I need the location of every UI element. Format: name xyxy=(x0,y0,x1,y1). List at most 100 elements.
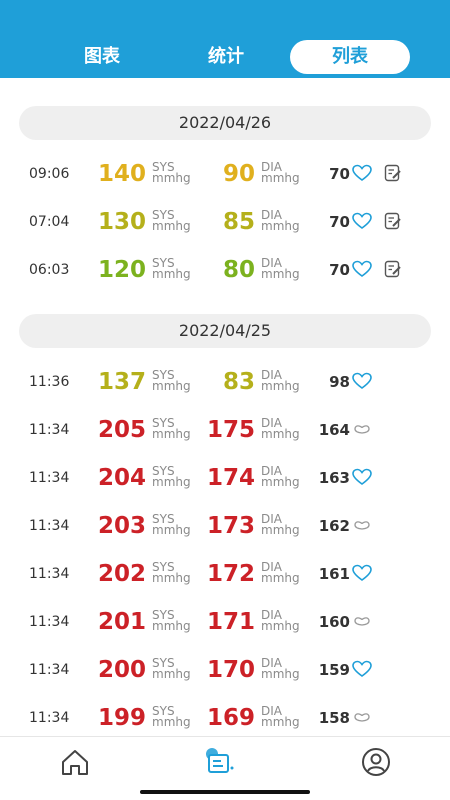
tab-statistics[interactable]: 统计 xyxy=(174,40,278,74)
list-item[interactable]: 09:06 140 SYS mmhg 90 DIA mmhg 70 xyxy=(0,150,450,198)
dia-value: 169 xyxy=(206,705,255,731)
edit-note-icon[interactable] xyxy=(383,211,403,231)
dia-value: 83 xyxy=(222,369,255,395)
list-item[interactable]: 06:03 120 SYS mmhg 80 DIA mmhg 70 xyxy=(0,246,450,294)
heart-flat-icon xyxy=(354,617,370,626)
sys-value: 130 xyxy=(97,209,146,235)
dia-value: 174 xyxy=(206,465,255,491)
user-icon[interactable] xyxy=(359,747,393,777)
time-label: 06:03 xyxy=(29,262,70,278)
dia-unit: DIA mmhg xyxy=(261,704,300,729)
top-bar: 图表 统计 列表 xyxy=(0,0,450,78)
heart-icon xyxy=(352,564,372,581)
sys-unit: SYS mmhg xyxy=(152,512,191,537)
pulse-value: 158 xyxy=(318,709,350,727)
list-item[interactable]: 11:34 201 SYS mmhg 171 DIA mmhg 160 xyxy=(0,598,450,646)
sys-unit: SYS mmhg xyxy=(152,704,191,729)
sys-unit: SYS mmhg xyxy=(152,560,191,585)
dia-unit: DIA mmhg xyxy=(261,656,300,681)
heart-flat-icon xyxy=(354,521,370,530)
home-icon[interactable] xyxy=(58,747,92,777)
list-item[interactable]: 11:34 200 SYS mmhg 170 DIA mmhg 159 xyxy=(0,646,450,694)
time-label: 09:06 xyxy=(29,166,70,182)
list-item[interactable]: 11:34 203 SYS mmhg 173 DIA mmhg 162 xyxy=(0,502,450,550)
sys-unit: SYS mmhg xyxy=(152,608,191,633)
dia-value: 90 xyxy=(222,161,255,187)
edit-note-icon[interactable] xyxy=(383,259,403,279)
dia-unit: DIA mmhg xyxy=(261,512,300,537)
list-item[interactable]: 11:34 202 SYS mmhg 172 DIA mmhg 161 xyxy=(0,550,450,598)
sys-unit: SYS mmhg xyxy=(152,464,191,489)
list-item[interactable]: 11:36 137 SYS mmhg 83 DIA mmhg 98 xyxy=(0,358,450,406)
pulse-value: 98 xyxy=(329,373,350,391)
pulse-value: 164 xyxy=(318,421,350,439)
record-list[interactable]: 2022/04/26 09:06 140 SYS mmhg 90 DIA mmhg … xyxy=(0,78,450,736)
dia-value: 172 xyxy=(206,561,255,587)
dia-value: 173 xyxy=(206,513,255,539)
sys-value: 204 xyxy=(97,465,146,491)
sys-value: 201 xyxy=(97,609,146,635)
time-label: 11:34 xyxy=(29,470,70,486)
dia-value: 85 xyxy=(222,209,255,235)
sys-value: 202 xyxy=(97,561,146,587)
sys-value: 199 xyxy=(97,705,146,731)
pulse-value: 162 xyxy=(318,517,350,535)
pulse-value: 70 xyxy=(329,213,350,231)
edit-note-icon[interactable] xyxy=(383,163,403,183)
sys-value: 140 xyxy=(97,161,146,187)
list-item[interactable]: 11:34 204 SYS mmhg 174 DIA mmhg 163 xyxy=(0,454,450,502)
time-label: 11:34 xyxy=(29,614,70,630)
sys-unit: SYS mmhg xyxy=(152,368,191,393)
pulse-value: 160 xyxy=(318,613,350,631)
dia-unit: DIA mmhg xyxy=(261,416,300,441)
dia-unit: DIA mmhg xyxy=(261,464,300,489)
tab-list[interactable]: 列表 xyxy=(290,40,410,74)
list-item[interactable]: 07:04 130 SYS mmhg 85 DIA mmhg 70 xyxy=(0,198,450,246)
dia-unit: DIA mmhg xyxy=(261,608,300,633)
sys-unit: SYS mmhg xyxy=(152,416,191,441)
heart-icon xyxy=(352,660,372,677)
home-indicator xyxy=(140,790,310,794)
dia-unit: DIA mmhg xyxy=(261,256,300,281)
sys-value: 205 xyxy=(97,417,146,443)
dia-value: 175 xyxy=(206,417,255,443)
list-icon[interactable] xyxy=(202,747,236,777)
sys-unit: SYS mmhg xyxy=(152,656,191,681)
time-label: 11:36 xyxy=(29,374,70,390)
sys-unit: SYS mmhg xyxy=(152,208,191,233)
time-label: 11:34 xyxy=(29,422,70,438)
tab-chart[interactable]: 图表 xyxy=(50,40,154,74)
date-header: 2022/04/25 xyxy=(19,314,431,348)
dia-unit: DIA mmhg xyxy=(261,208,300,233)
time-label: 11:34 xyxy=(29,518,70,534)
time-label: 11:34 xyxy=(29,662,70,678)
heart-icon xyxy=(352,212,372,229)
sys-unit: SYS mmhg xyxy=(152,160,191,185)
dia-unit: DIA mmhg xyxy=(261,368,300,393)
pulse-value: 163 xyxy=(318,469,350,487)
pulse-value: 159 xyxy=(318,661,350,679)
list-item[interactable]: 11:34 199 SYS mmhg 169 DIA mmhg 158 xyxy=(0,694,450,736)
heart-icon xyxy=(352,372,372,389)
dia-value: 80 xyxy=(222,257,255,283)
heart-flat-icon xyxy=(354,425,370,434)
sys-value: 137 xyxy=(97,369,146,395)
sys-value: 203 xyxy=(97,513,146,539)
dia-unit: DIA mmhg xyxy=(261,160,300,185)
time-label: 11:34 xyxy=(29,566,70,582)
dia-value: 170 xyxy=(206,657,255,683)
heart-icon xyxy=(352,260,372,277)
heart-icon xyxy=(352,164,372,181)
pulse-value: 70 xyxy=(329,261,350,279)
list-item[interactable]: 11:34 205 SYS mmhg 175 DIA mmhg 164 xyxy=(0,406,450,454)
date-header: 2022/04/26 xyxy=(19,106,431,140)
pulse-value: 161 xyxy=(318,565,350,583)
time-label: 11:34 xyxy=(29,710,70,726)
dia-unit: DIA mmhg xyxy=(261,560,300,585)
sys-value: 200 xyxy=(97,657,146,683)
sys-unit: SYS mmhg xyxy=(152,256,191,281)
heart-icon xyxy=(352,468,372,485)
sys-value: 120 xyxy=(97,257,146,283)
heart-flat-icon xyxy=(354,713,370,722)
pulse-value: 70 xyxy=(329,165,350,183)
